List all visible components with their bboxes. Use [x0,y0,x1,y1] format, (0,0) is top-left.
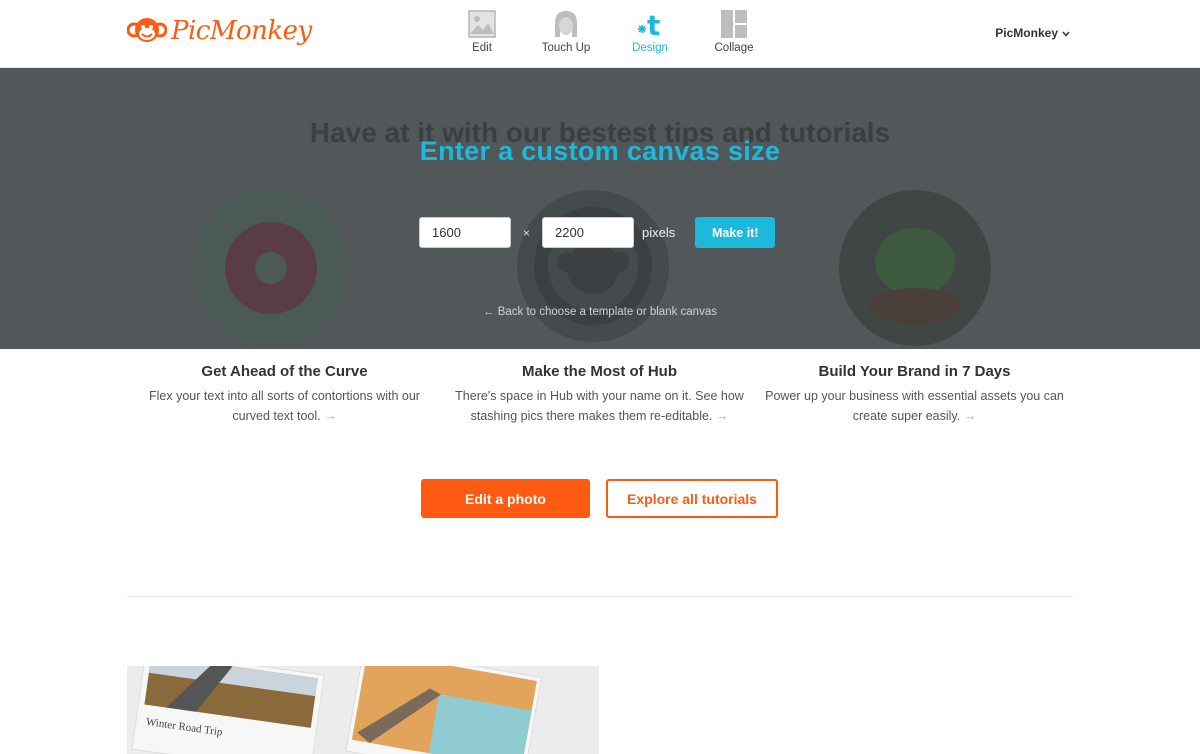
nav-touch-up-label: Touch Up [541,42,591,54]
nav-collage-label: Collage [714,42,754,54]
face-icon [551,8,581,40]
tutorial-card[interactable]: Get Ahead of the Curve Flex your text in… [127,363,442,426]
canvas-dialog-title: Enter a custom canvas size [419,136,781,166]
svg-text:t: t [647,9,660,39]
canvas-width-input[interactable] [419,217,511,248]
card-title: Build Your Brand in 7 Days [818,363,1011,380]
collage-icon [719,8,749,40]
card-description: Flex your text into all sorts of contort… [149,389,420,423]
monkey-logo-icon [126,15,168,47]
times-symbol: × [522,225,530,240]
card-description: Power up your business with essential as… [765,389,1064,423]
chevron-down-icon [1062,26,1070,40]
nav-edit[interactable]: Edit [440,8,524,54]
make-it-button[interactable]: Make it! [695,217,776,248]
tutorial-card[interactable]: Make the Most of Hub There's space in Hu… [442,363,757,426]
logo-text: PicMonkey [171,16,312,46]
cta-buttons: Edit a photo Explore all tutorials [421,479,778,518]
card-title: Make the Most of Hub [521,363,677,380]
nav-touch-up[interactable]: Touch Up [524,8,608,54]
edit-photo-button[interactable]: Edit a photo [421,479,590,518]
hub-tutorial-image [517,190,669,342]
thumbnail-image: Winter Road Trip 45 [127,666,599,754]
main-nav: Edit Touch Up t Design Collage [440,8,776,54]
nav-edit-label: Edit [472,42,492,54]
explore-tutorials-button[interactable]: Explore all tutorials [606,479,778,518]
card-title: Get Ahead of the Curve [201,363,368,380]
nav-collage[interactable]: Collage [692,8,776,54]
brand-tutorial-image [839,190,991,346]
design-icon: t [635,8,665,40]
nav-design-label: Design [632,42,668,54]
card-description: There's space in Hub with your name on i… [455,389,744,423]
arrow-right-icon: → [715,409,729,423]
arrow-right-icon: → [324,409,337,423]
tutorial-card[interactable]: Build Your Brand in 7 Days Power up your… [757,363,1072,426]
account-menu[interactable]: PicMonkey [995,26,1070,40]
account-label: PicMonkey [995,26,1058,40]
tutorial-cards: Get Ahead of the Curve Flex your text in… [127,363,1073,426]
canvas-size-form: × pixels Make it! [419,217,776,248]
section-divider [127,596,1073,597]
image-icon [467,8,497,40]
units-label: pixels [642,225,676,240]
featured-thumbnail[interactable]: Winter Road Trip 45 [127,666,599,754]
top-header: PicMonkey Edit Touch Up t Design Collage… [0,0,1200,68]
nav-design[interactable]: t Design [608,8,692,54]
curve-tutorial-image [193,190,349,346]
arrow-right-icon: → [963,409,977,423]
picmonkey-logo[interactable]: PicMonkey [126,15,312,47]
back-to-templates-link[interactable]: ← Back to choose a template or blank can… [0,306,1200,318]
canvas-size-overlay: Have at it with our bestest tips and tut… [0,68,1200,349]
canvas-height-input[interactable] [542,217,634,248]
